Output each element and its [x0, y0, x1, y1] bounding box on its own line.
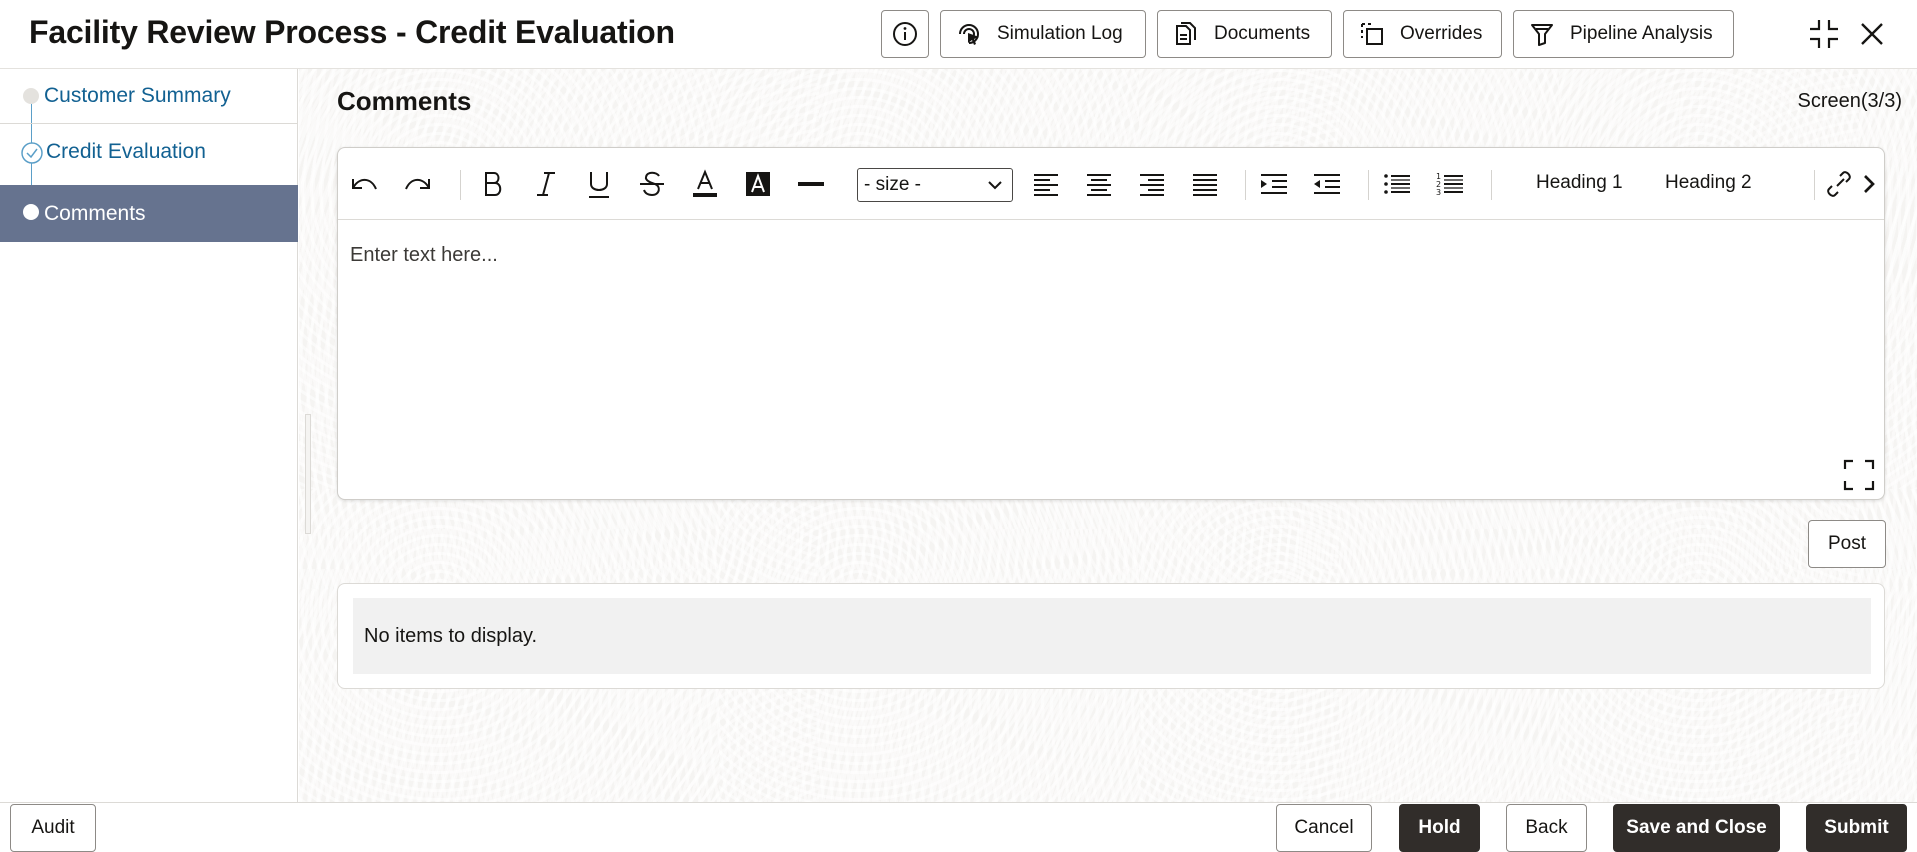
submit-button[interactable]: Submit: [1806, 804, 1907, 852]
bullet-list-icon: [1384, 174, 1410, 194]
overrides-label: Overrides: [1400, 23, 1483, 44]
bullet-list-button[interactable]: [1379, 166, 1415, 202]
audit-button[interactable]: Audit: [10, 804, 96, 852]
comments-list: No items to display.: [337, 583, 1885, 689]
horizontal-rule-icon: [798, 182, 824, 186]
collapse-icon: [1810, 20, 1838, 48]
font-size-value: - size -: [864, 174, 921, 195]
text-color-icon: [693, 169, 717, 197]
toolbar-divider: [1491, 170, 1492, 200]
documents-label: Documents: [1214, 23, 1311, 44]
align-right-button[interactable]: [1134, 166, 1170, 202]
panel-splitter[interactable]: [305, 414, 311, 534]
toolbar-divider: [1368, 170, 1369, 200]
simulation-log-button[interactable]: Simulation Log: [940, 10, 1146, 58]
numbered-list-icon: 123: [1436, 172, 1463, 197]
close-button[interactable]: [1854, 16, 1890, 52]
highlight-color-button[interactable]: [740, 166, 776, 202]
sidebar-item-label: Customer Summary: [44, 84, 231, 107]
strikethrough-button[interactable]: [634, 166, 670, 202]
italic-icon: [537, 172, 555, 196]
numbered-list-button[interactable]: 123: [1432, 166, 1468, 202]
save-and-close-button[interactable]: Save and Close: [1613, 804, 1780, 852]
redo-icon: [405, 178, 430, 190]
step-dot-icon: [23, 88, 39, 104]
toolbar-divider: [1245, 170, 1246, 200]
align-left-icon: [1034, 174, 1058, 196]
empty-state: No items to display.: [353, 598, 1871, 674]
page-title: Facility Review Process - Credit Evaluat…: [29, 14, 675, 50]
empty-message: No items to display.: [364, 624, 538, 647]
documents-icon: [1176, 22, 1196, 45]
expand-icon[interactable]: [1842, 458, 1876, 492]
redo-button[interactable]: [400, 166, 436, 202]
screen-indicator: Screen(3/3): [1797, 90, 1903, 112]
horizontal-rule-button[interactable]: [793, 166, 829, 202]
link-button[interactable]: [1821, 166, 1857, 202]
undo-icon: [352, 178, 377, 190]
sidebar-item-comments[interactable]: Comments: [0, 185, 298, 242]
hold-button[interactable]: Hold: [1399, 804, 1480, 852]
collapse-button[interactable]: [1806, 16, 1842, 52]
sidebar-item-label: Credit Evaluation: [46, 139, 206, 163]
indent-button[interactable]: [1256, 166, 1292, 202]
pipeline-analysis-label: Pipeline Analysis: [1570, 23, 1713, 44]
editor-placeholder[interactable]: Enter text here...: [350, 244, 498, 267]
simulation-log-label: Simulation Log: [997, 23, 1123, 44]
align-left-button[interactable]: [1028, 166, 1064, 202]
undo-button[interactable]: [346, 166, 382, 202]
more-tools-button[interactable]: [1857, 166, 1881, 202]
chevron-right-icon: [1864, 175, 1875, 193]
sidebar-item-credit-evaluation[interactable]: Credit Evaluation: [0, 124, 298, 179]
step-dot-icon: [23, 204, 39, 220]
cancel-button[interactable]: Cancel: [1276, 804, 1372, 852]
align-center-icon: [1087, 174, 1111, 196]
content-area: Comments Screen(3/3) - size - 1 2 3 Head…: [299, 69, 1917, 802]
funnel-icon: [1531, 24, 1553, 46]
underline-button[interactable]: [581, 166, 617, 202]
bold-button[interactable]: [475, 166, 511, 202]
check-circle-icon: [21, 142, 43, 164]
link-icon: [1827, 171, 1851, 197]
outdent-icon: [1314, 174, 1340, 194]
cursor-click-icon: [959, 24, 979, 45]
highlight-color-icon: [746, 172, 770, 196]
editor-toolbar: - size - 1 2 3 Heading 1 Heading 2: [338, 148, 1884, 220]
overrides-icon: [1361, 23, 1383, 45]
sidebar: Customer Summary Credit Evaluation Comme…: [0, 69, 298, 802]
svg-text:3: 3: [1436, 188, 1441, 197]
heading-2-button[interactable]: Heading 2: [1665, 172, 1752, 194]
outdent-button[interactable]: [1309, 166, 1345, 202]
sidebar-item-customer-summary[interactable]: Customer Summary: [0, 69, 298, 124]
header: Facility Review Process - Credit Evaluat…: [0, 0, 1917, 69]
justify-icon: [1193, 174, 1217, 196]
footer: Audit Cancel Hold Back Save and Close Su…: [0, 802, 1917, 852]
toolbar-divider: [1814, 170, 1815, 200]
back-button[interactable]: Back: [1506, 804, 1587, 852]
italic-button[interactable]: [528, 166, 564, 202]
info-icon: [893, 22, 917, 46]
pipeline-analysis-button[interactable]: Pipeline Analysis: [1513, 10, 1734, 58]
text-color-button[interactable]: [687, 166, 723, 202]
documents-button[interactable]: Documents: [1157, 10, 1332, 58]
underline-icon: [589, 172, 609, 198]
section-title: Comments: [337, 86, 472, 116]
overrides-button[interactable]: Overrides: [1343, 10, 1502, 58]
bold-icon: [485, 172, 502, 196]
indent-icon: [1261, 174, 1287, 194]
justify-button[interactable]: [1187, 166, 1223, 202]
sidebar-item-label: Comments: [44, 201, 146, 225]
font-size-select[interactable]: - size -: [857, 168, 1013, 202]
toolbar-divider: [460, 170, 461, 200]
strikethrough-icon: [640, 171, 664, 197]
heading-1-button[interactable]: Heading 1: [1536, 172, 1623, 194]
align-center-button[interactable]: [1081, 166, 1117, 202]
close-icon: [1861, 23, 1883, 45]
post-button[interactable]: Post: [1808, 520, 1886, 568]
align-right-icon: [1140, 174, 1164, 196]
rich-text-editor: - size - 1 2 3 Heading 1 Heading 2 Enter…: [337, 147, 1885, 500]
chevron-down-icon: [988, 181, 1002, 190]
info-button[interactable]: [881, 10, 929, 58]
